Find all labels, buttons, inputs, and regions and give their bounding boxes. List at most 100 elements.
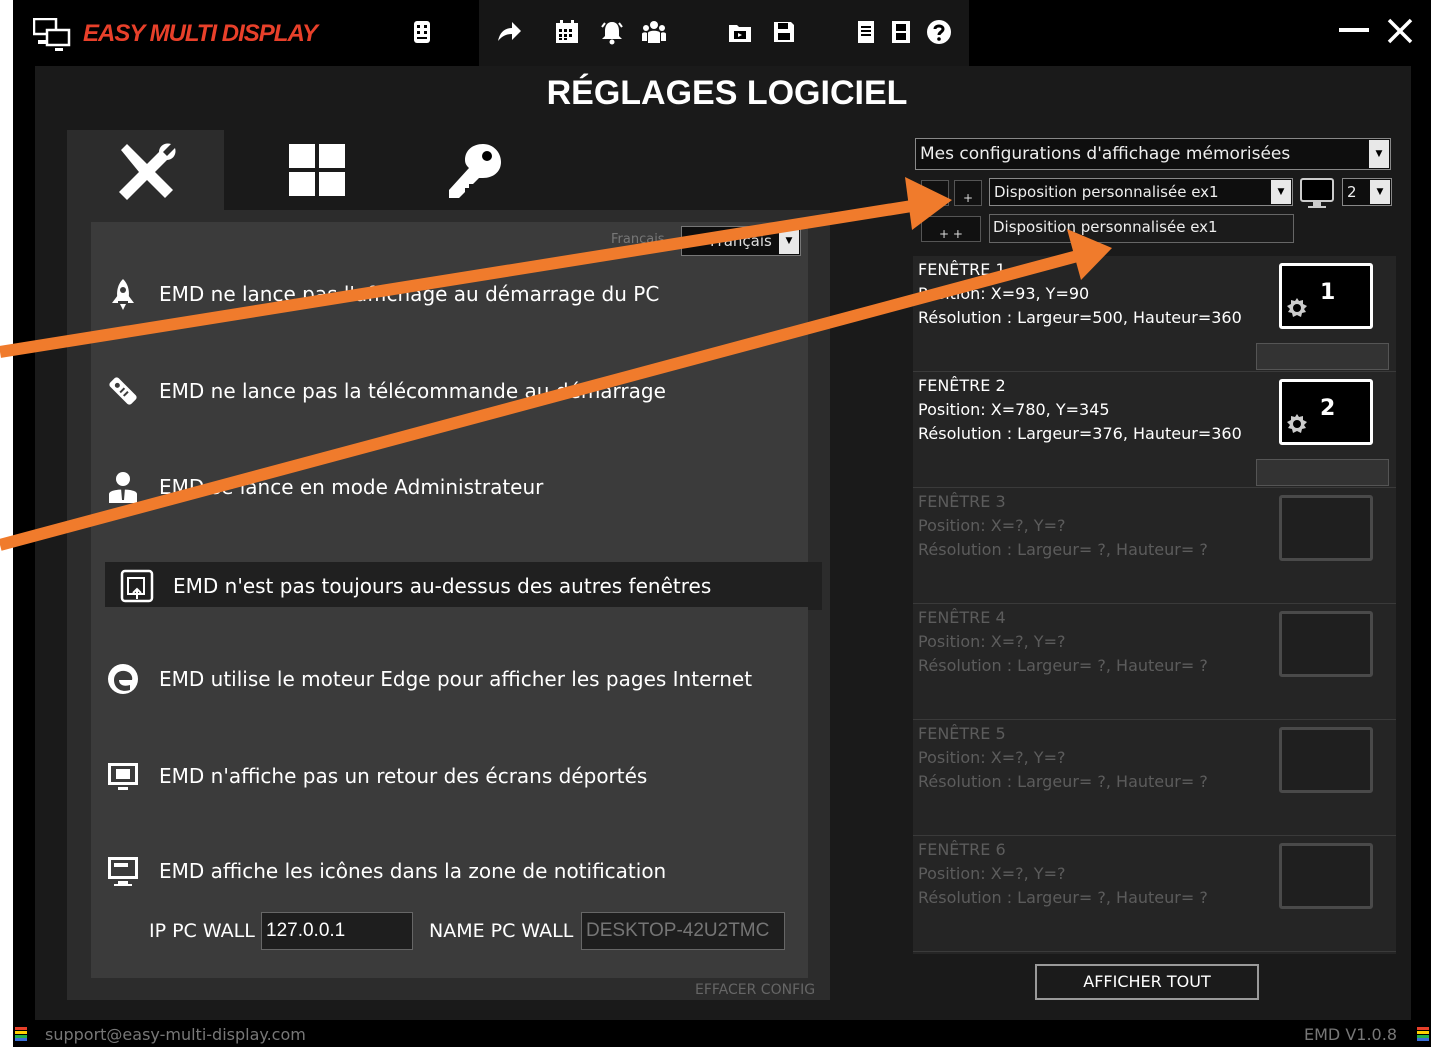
film-icon[interactable] bbox=[885, 16, 917, 48]
option-edge-engine[interactable]: EMD utilise le moteur Edge pour afficher… bbox=[91, 655, 808, 703]
media-folder-icon[interactable] bbox=[724, 16, 756, 48]
status-bar: support@easy-multi-display.com EMD V1.0.… bbox=[13, 1020, 1431, 1047]
window-title: FENÊTRE 6 bbox=[918, 840, 1006, 859]
option-launch-display[interactable]: EMD ne lance pas l'affichage au démarrag… bbox=[91, 270, 808, 318]
window-card-5[interactable]: FENÊTRE 5 Position: X=?, Y=? Résolution … bbox=[913, 720, 1396, 836]
window-title: FENÊTRE 1 bbox=[918, 260, 1006, 279]
option-launch-remote[interactable]: EMD ne lance pas la télécommande au déma… bbox=[91, 367, 808, 415]
screen-count-value: 2 bbox=[1347, 183, 1357, 201]
chevron-down-icon: ▼ bbox=[1271, 180, 1291, 204]
window-position: Position: X=?, Y=? bbox=[918, 516, 1066, 535]
window-resolution: Résolution : Largeur= ?, Hauteur= ? bbox=[918, 656, 1208, 675]
window-card-3[interactable]: FENÊTRE 3 Position: X=?, Y=? Résolution … bbox=[913, 488, 1396, 604]
window-resolution: Résolution : Largeur= ?, Hauteur= ? bbox=[918, 772, 1208, 791]
window-title: FENÊTRE 4 bbox=[918, 608, 1006, 627]
remote-control-icon bbox=[105, 373, 141, 409]
name-label: NAME PC WALL bbox=[429, 920, 574, 942]
remote-icon[interactable] bbox=[406, 16, 438, 48]
window-name-input[interactable] bbox=[1256, 459, 1389, 486]
language-select[interactable]: Français ▼ bbox=[681, 226, 801, 256]
window-thumbnail[interactable] bbox=[1279, 843, 1373, 909]
window-card-6[interactable]: FENÊTRE 6 Position: X=?, Y=? Résolution … bbox=[913, 836, 1396, 952]
window-thumbnail[interactable] bbox=[1279, 495, 1373, 561]
window-title: FENÊTRE 2 bbox=[918, 376, 1006, 395]
status-stripes-icon bbox=[15, 1027, 27, 1041]
minimize-icon[interactable] bbox=[1339, 28, 1369, 32]
title-bar: EASY MULTI DISPLAY bbox=[13, 0, 1431, 66]
option-label: EMD n'est pas toujours au-dessus des aut… bbox=[173, 574, 712, 598]
window-position: Position: X=?, Y=? bbox=[918, 748, 1066, 767]
alarm-bell-icon[interactable] bbox=[596, 16, 628, 48]
share-arrow-icon[interactable] bbox=[493, 16, 525, 48]
name-input[interactable] bbox=[581, 912, 785, 950]
window-number: 1 bbox=[1320, 280, 1336, 305]
gear-icon[interactable] bbox=[1285, 412, 1309, 436]
edge-browser-icon bbox=[105, 661, 141, 697]
window-title: FENÊTRE 5 bbox=[918, 724, 1006, 743]
window-on-top-icon bbox=[119, 568, 155, 604]
grid-layout-icon bbox=[288, 144, 345, 196]
window-resolution: Résolution : Largeur= ?, Hauteur= ? bbox=[918, 540, 1208, 559]
ip-label: IP PC WALL bbox=[149, 920, 255, 942]
layout-name-field[interactable]: Disposition personnalisée ex1 bbox=[989, 214, 1294, 243]
duplicate-config-button[interactable]: + + bbox=[921, 216, 981, 242]
window-position: Position: X=?, Y=? bbox=[918, 632, 1066, 651]
screen-count-select[interactable]: 2 ▼ bbox=[1342, 178, 1392, 206]
rocket-icon bbox=[105, 276, 141, 312]
window-thumbnail[interactable]: 1 bbox=[1279, 263, 1373, 329]
ip-input[interactable] bbox=[261, 912, 413, 950]
gear-icon[interactable] bbox=[1285, 296, 1309, 320]
saved-configs-value: Mes configurations d'affichage mémorisée… bbox=[920, 144, 1291, 164]
option-always-on-top[interactable]: EMD n'est pas toujours au-dessus des aut… bbox=[105, 562, 822, 610]
option-label: EMD affiche les icônes dans la zone de n… bbox=[159, 859, 667, 883]
window-thumbnail[interactable] bbox=[1279, 611, 1373, 677]
tab-layout[interactable] bbox=[239, 130, 396, 212]
layout-select[interactable]: Disposition personnalisée ex1 ▼ bbox=[989, 178, 1293, 206]
option-remote-screens[interactable]: EMD n'affiche pas un retour des écrans d… bbox=[91, 752, 808, 800]
monitor-icon bbox=[1300, 178, 1334, 208]
remove-config-button[interactable] bbox=[921, 180, 949, 206]
group-icon[interactable] bbox=[638, 16, 670, 48]
app-version: EMD V1.0.8 bbox=[1304, 1025, 1397, 1044]
window-resolution: Résolution : Largeur=376, Hauteur=360 bbox=[918, 424, 1242, 443]
close-icon[interactable] bbox=[1383, 14, 1417, 48]
admin-user-icon bbox=[105, 469, 141, 505]
status-stripes-icon bbox=[1417, 1027, 1429, 1041]
window-card-1[interactable]: FENÊTRE 1 Position: X=93, Y=90 Résolutio… bbox=[913, 256, 1396, 372]
notes-icon[interactable] bbox=[850, 16, 882, 48]
window-card-4[interactable]: FENÊTRE 4 Position: X=?, Y=? Résolution … bbox=[913, 604, 1396, 720]
calendar-icon[interactable] bbox=[551, 16, 583, 48]
tools-icon bbox=[118, 143, 176, 200]
option-label: EMD ne lance pas l'affichage au démarrag… bbox=[159, 282, 660, 306]
help-icon[interactable] bbox=[923, 16, 955, 48]
chevron-down-icon: ▼ bbox=[1369, 140, 1389, 168]
add-config-button[interactable]: + bbox=[954, 180, 982, 206]
window-position: Position: X=?, Y=? bbox=[918, 864, 1066, 883]
window-thumbnail[interactable]: 2 bbox=[1279, 379, 1373, 445]
language-select-value: Français bbox=[710, 232, 772, 250]
save-disk-icon[interactable] bbox=[768, 16, 800, 48]
saved-configs-select[interactable]: Mes configurations d'affichage mémorisée… bbox=[915, 138, 1391, 170]
clear-config-link[interactable]: EFFACER CONFIG bbox=[695, 982, 815, 998]
tab-tools[interactable] bbox=[67, 130, 224, 212]
option-label: EMD ne lance pas la télécommande au déma… bbox=[159, 379, 666, 403]
option-notification-icons[interactable]: EMD affiche les icônes dans la zone de n… bbox=[91, 847, 808, 895]
remote-screen-icon bbox=[105, 758, 141, 794]
app-name: EASY MULTI DISPLAY bbox=[83, 20, 318, 47]
tab-license[interactable] bbox=[397, 130, 554, 212]
window-position: Position: X=780, Y=345 bbox=[918, 400, 1110, 419]
notification-tray-icon bbox=[105, 853, 141, 889]
app-logo-icon bbox=[33, 18, 71, 51]
option-admin-mode[interactable]: EMD se lance en mode Administrateur bbox=[91, 463, 808, 511]
window-resolution: Résolution : Largeur=500, Hauteur=360 bbox=[918, 308, 1242, 327]
window-name-input[interactable] bbox=[1256, 343, 1389, 370]
window-thumbnail[interactable] bbox=[1279, 727, 1373, 793]
option-label: EMD utilise le moteur Edge pour afficher… bbox=[159, 667, 753, 691]
window-card-2[interactable]: FENÊTRE 2 Position: X=780, Y=345 Résolut… bbox=[913, 372, 1396, 488]
window-resolution: Résolution : Largeur= ?, Hauteur= ? bbox=[918, 888, 1208, 907]
key-icon bbox=[448, 144, 501, 198]
page-title: RÉGLAGES LOGICIEL bbox=[546, 74, 908, 112]
show-all-button[interactable]: AFFICHER TOUT bbox=[1035, 964, 1259, 1000]
option-label: EMD se lance en mode Administrateur bbox=[159, 475, 544, 499]
support-email[interactable]: support@easy-multi-display.com bbox=[45, 1025, 306, 1044]
